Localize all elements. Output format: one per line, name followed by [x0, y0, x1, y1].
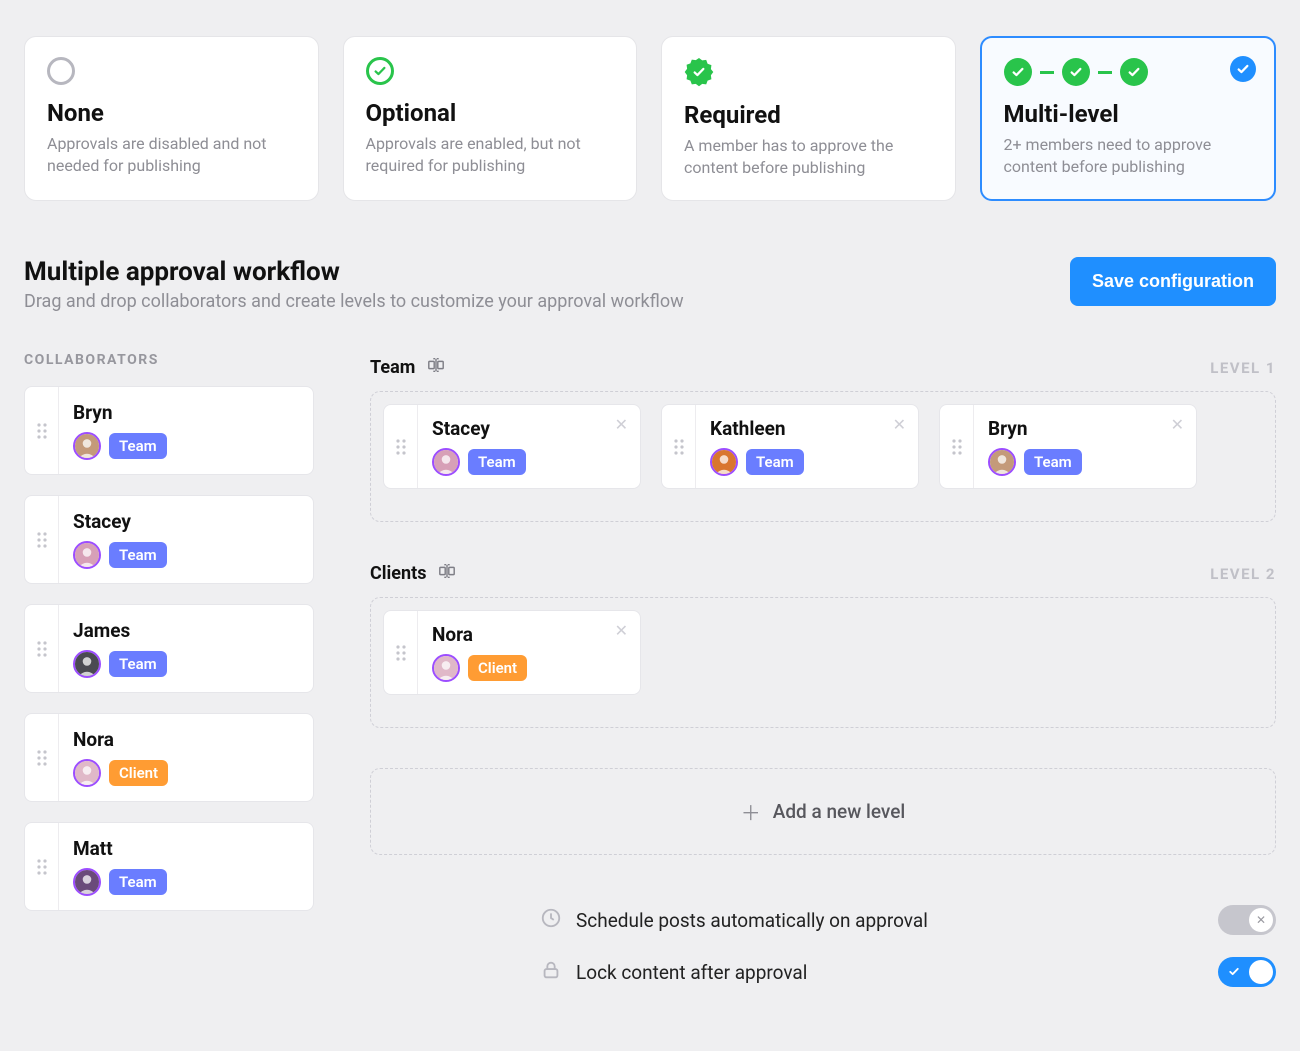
drag-handle-icon[interactable] [662, 405, 696, 488]
workspace: COLLABORATORS Bryn Team Stacey Team Jame… [24, 352, 1276, 987]
role-tag: Team [109, 542, 167, 568]
collaborator-name: Bryn [988, 417, 1182, 440]
collaborator-name: Stacey [432, 417, 626, 440]
role-tag: Team [109, 869, 167, 895]
rename-icon[interactable] [427, 356, 445, 379]
avatar [432, 654, 460, 682]
drag-handle-icon[interactable] [384, 405, 418, 488]
add-level-label: Add a new level [773, 800, 906, 823]
role-tag: Team [468, 449, 526, 475]
role-tag: Team [109, 651, 167, 677]
drag-handle-icon[interactable] [25, 387, 59, 474]
add-level-button[interactable]: ＋ Add a new level [370, 768, 1276, 855]
clock-icon [540, 907, 562, 933]
toggle-knob: ✕ [1249, 908, 1273, 932]
level-dropzone[interactable]: Stacey Team ✕ Kathleen Team ✕ Bryn Team … [370, 391, 1276, 522]
collaborator-card[interactable]: Bryn Team [24, 386, 314, 475]
drag-handle-icon[interactable] [384, 611, 418, 694]
drag-handle-icon[interactable] [940, 405, 974, 488]
check-circle-outline-icon [366, 57, 394, 85]
collaborator-name: Stacey [73, 510, 297, 533]
option-title: Optional [366, 99, 615, 127]
drag-handle-icon[interactable] [25, 823, 59, 910]
level-name: Clients [370, 563, 426, 584]
collaborator-card[interactable]: Kathleen Team ✕ [661, 404, 919, 489]
avatar [73, 650, 101, 678]
collaborator-card[interactable]: Nora Client ✕ [383, 610, 641, 695]
remove-icon[interactable]: ✕ [893, 415, 906, 434]
avatar [73, 432, 101, 460]
toggle-row: Schedule posts automatically on approval… [540, 905, 1276, 935]
plus-icon: ＋ [741, 797, 761, 826]
level-header: Team LEVEL 1 [370, 356, 1276, 379]
collaborator-name: Nora [73, 728, 297, 751]
collaborators-heading: COLLABORATORS [24, 352, 314, 368]
option-desc: Approvals are enabled, but not required … [366, 133, 615, 176]
level-name: Team [370, 357, 415, 378]
role-tag: Team [109, 433, 167, 459]
option-desc: Approvals are disabled and not needed fo… [47, 133, 296, 176]
approval-options-row: None Approvals are disabled and not need… [24, 36, 1276, 201]
option-title: Multi-level [1004, 100, 1253, 128]
remove-icon[interactable]: ✕ [615, 621, 628, 640]
role-tag: Client [468, 655, 527, 681]
toggle-switch[interactable]: ✕ [1218, 905, 1276, 935]
rename-icon[interactable] [438, 562, 456, 585]
role-tag: Team [1024, 449, 1082, 475]
collaborator-card[interactable]: Stacey Team ✕ [383, 404, 641, 489]
toggle-settings: Schedule posts automatically on approval… [370, 905, 1276, 987]
collaborator-name: Matt [73, 837, 297, 860]
toggle-row: Lock content after approval [540, 957, 1276, 987]
collaborator-card[interactable]: Stacey Team [24, 495, 314, 584]
section-subtitle: Drag and drop collaborators and create l… [24, 291, 684, 312]
role-tag: Client [109, 760, 168, 786]
role-tag: Team [746, 449, 804, 475]
level-index: LEVEL 2 [1210, 565, 1276, 583]
save-configuration-button[interactable]: Save configuration [1070, 257, 1276, 306]
avatar [432, 448, 460, 476]
option-title: Required [684, 101, 933, 129]
toggle-label: Lock content after approval [576, 961, 807, 984]
drag-handle-icon[interactable] [25, 496, 59, 583]
option-required[interactable]: Required A member has to approve the con… [661, 36, 956, 201]
collaborator-card[interactable]: Nora Client [24, 713, 314, 802]
remove-icon[interactable]: ✕ [1171, 415, 1184, 434]
section-header: Multiple approval workflow Drag and drop… [24, 257, 1276, 312]
empty-circle-icon [47, 57, 75, 85]
collaborator-card[interactable]: James Team [24, 604, 314, 693]
avatar [73, 759, 101, 787]
level-dropzone[interactable]: Nora Client ✕ [370, 597, 1276, 728]
drag-handle-icon[interactable] [25, 714, 59, 801]
check-seal-icon [684, 57, 714, 87]
drag-handle-icon[interactable] [25, 605, 59, 692]
lock-icon [540, 959, 562, 985]
collaborator-name: Nora [432, 623, 626, 646]
collaborator-card[interactable]: Matt Team [24, 822, 314, 911]
toggle-label: Schedule posts automatically on approval [576, 909, 928, 932]
level-index: LEVEL 1 [1210, 359, 1276, 377]
toggle-knob [1249, 960, 1273, 984]
option-multi-level[interactable]: Multi-level 2+ members need to approve c… [980, 36, 1277, 201]
remove-icon[interactable]: ✕ [615, 415, 628, 434]
levels-column: Team LEVEL 1 Stacey Team ✕ Kathleen Team… [370, 352, 1276, 987]
option-optional[interactable]: Optional Approvals are enabled, but not … [343, 36, 638, 201]
selected-check-icon [1230, 56, 1256, 82]
collaborators-column: COLLABORATORS Bryn Team Stacey Team Jame… [24, 352, 314, 987]
toggle-switch[interactable] [1218, 957, 1276, 987]
collaborator-name: Bryn [73, 401, 297, 424]
option-desc: A member has to approve the content befo… [684, 135, 933, 178]
level-header: Clients LEVEL 2 [370, 562, 1276, 585]
avatar [988, 448, 1016, 476]
avatar [73, 868, 101, 896]
collaborator-name: Kathleen [710, 417, 904, 440]
avatar [710, 448, 738, 476]
option-desc: 2+ members need to approve content befor… [1004, 134, 1253, 177]
option-none[interactable]: None Approvals are disabled and not need… [24, 36, 319, 201]
option-title: None [47, 99, 296, 127]
avatar [73, 541, 101, 569]
collaborator-card[interactable]: Bryn Team ✕ [939, 404, 1197, 489]
collaborator-name: James [73, 619, 297, 642]
section-title: Multiple approval workflow [24, 257, 684, 287]
multi-check-icon [1004, 58, 1253, 86]
